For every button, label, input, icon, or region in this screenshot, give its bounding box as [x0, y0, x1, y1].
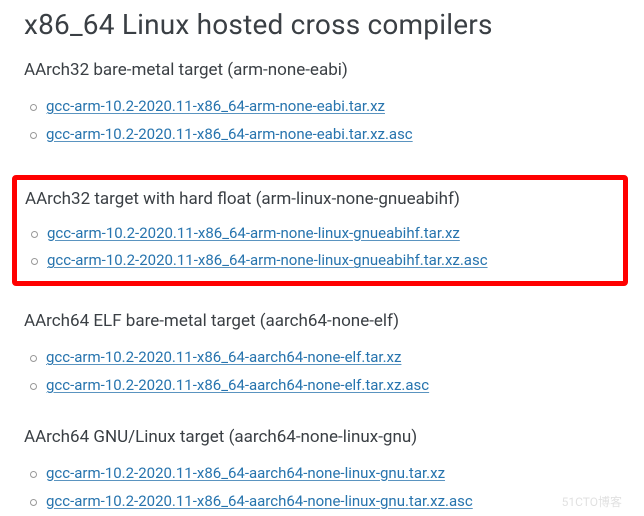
download-link[interactable]: gcc-arm-10.2-2020.11-x86_64-arm-none-lin… [47, 251, 488, 269]
download-section: AArch64 GNU/Linux target (aarch64-none-l… [24, 426, 620, 516]
download-list: gcc-arm-10.2-2020.11-x86_64-arm-none-lin… [25, 220, 615, 276]
download-link[interactable]: gcc-arm-10.2-2020.11-x86_64-aarch64-none… [46, 376, 429, 394]
list-item: gcc-arm-10.2-2020.11-x86_64-aarch64-none… [24, 460, 620, 488]
list-item: gcc-arm-10.2-2020.11-x86_64-aarch64-none… [24, 344, 620, 372]
download-link[interactable]: gcc-arm-10.2-2020.11-x86_64-aarch64-none… [46, 492, 473, 510]
list-item: gcc-arm-10.2-2020.11-x86_64-arm-none-lin… [25, 220, 615, 248]
download-link[interactable]: gcc-arm-10.2-2020.11-x86_64-arm-none-eab… [46, 125, 413, 143]
list-item: gcc-arm-10.2-2020.11-x86_64-arm-none-eab… [24, 93, 620, 121]
download-section: AArch32 target with hard float (arm-linu… [12, 175, 628, 287]
download-link[interactable]: gcc-arm-10.2-2020.11-x86_64-aarch64-none… [46, 464, 445, 482]
list-item: gcc-arm-10.2-2020.11-x86_64-arm-none-eab… [24, 121, 620, 149]
download-list: gcc-arm-10.2-2020.11-x86_64-aarch64-none… [24, 344, 620, 400]
section-heading: AArch32 target with hard float (arm-linu… [25, 188, 615, 210]
download-link[interactable]: gcc-arm-10.2-2020.11-x86_64-aarch64-none… [46, 348, 401, 366]
section-heading: AArch32 bare-metal target (arm-none-eabi… [24, 59, 620, 81]
download-section: AArch64 ELF bare-metal target (aarch64-n… [24, 310, 620, 400]
download-section: AArch32 bare-metal target (arm-none-eabi… [24, 59, 620, 149]
list-item: gcc-arm-10.2-2020.11-x86_64-arm-none-lin… [25, 247, 615, 275]
download-link[interactable]: gcc-arm-10.2-2020.11-x86_64-arm-none-lin… [47, 224, 460, 242]
download-list: gcc-arm-10.2-2020.11-x86_64-aarch64-none… [24, 460, 620, 516]
list-item: gcc-arm-10.2-2020.11-x86_64-aarch64-none… [24, 372, 620, 400]
download-link[interactable]: gcc-arm-10.2-2020.11-x86_64-arm-none-eab… [46, 97, 385, 115]
list-item: gcc-arm-10.2-2020.11-x86_64-aarch64-none… [24, 488, 620, 516]
section-heading: AArch64 ELF bare-metal target (aarch64-n… [24, 310, 620, 332]
page-title: x86_64 Linux hosted cross compilers [24, 8, 620, 41]
download-list: gcc-arm-10.2-2020.11-x86_64-arm-none-eab… [24, 93, 620, 149]
section-heading: AArch64 GNU/Linux target (aarch64-none-l… [24, 426, 620, 448]
